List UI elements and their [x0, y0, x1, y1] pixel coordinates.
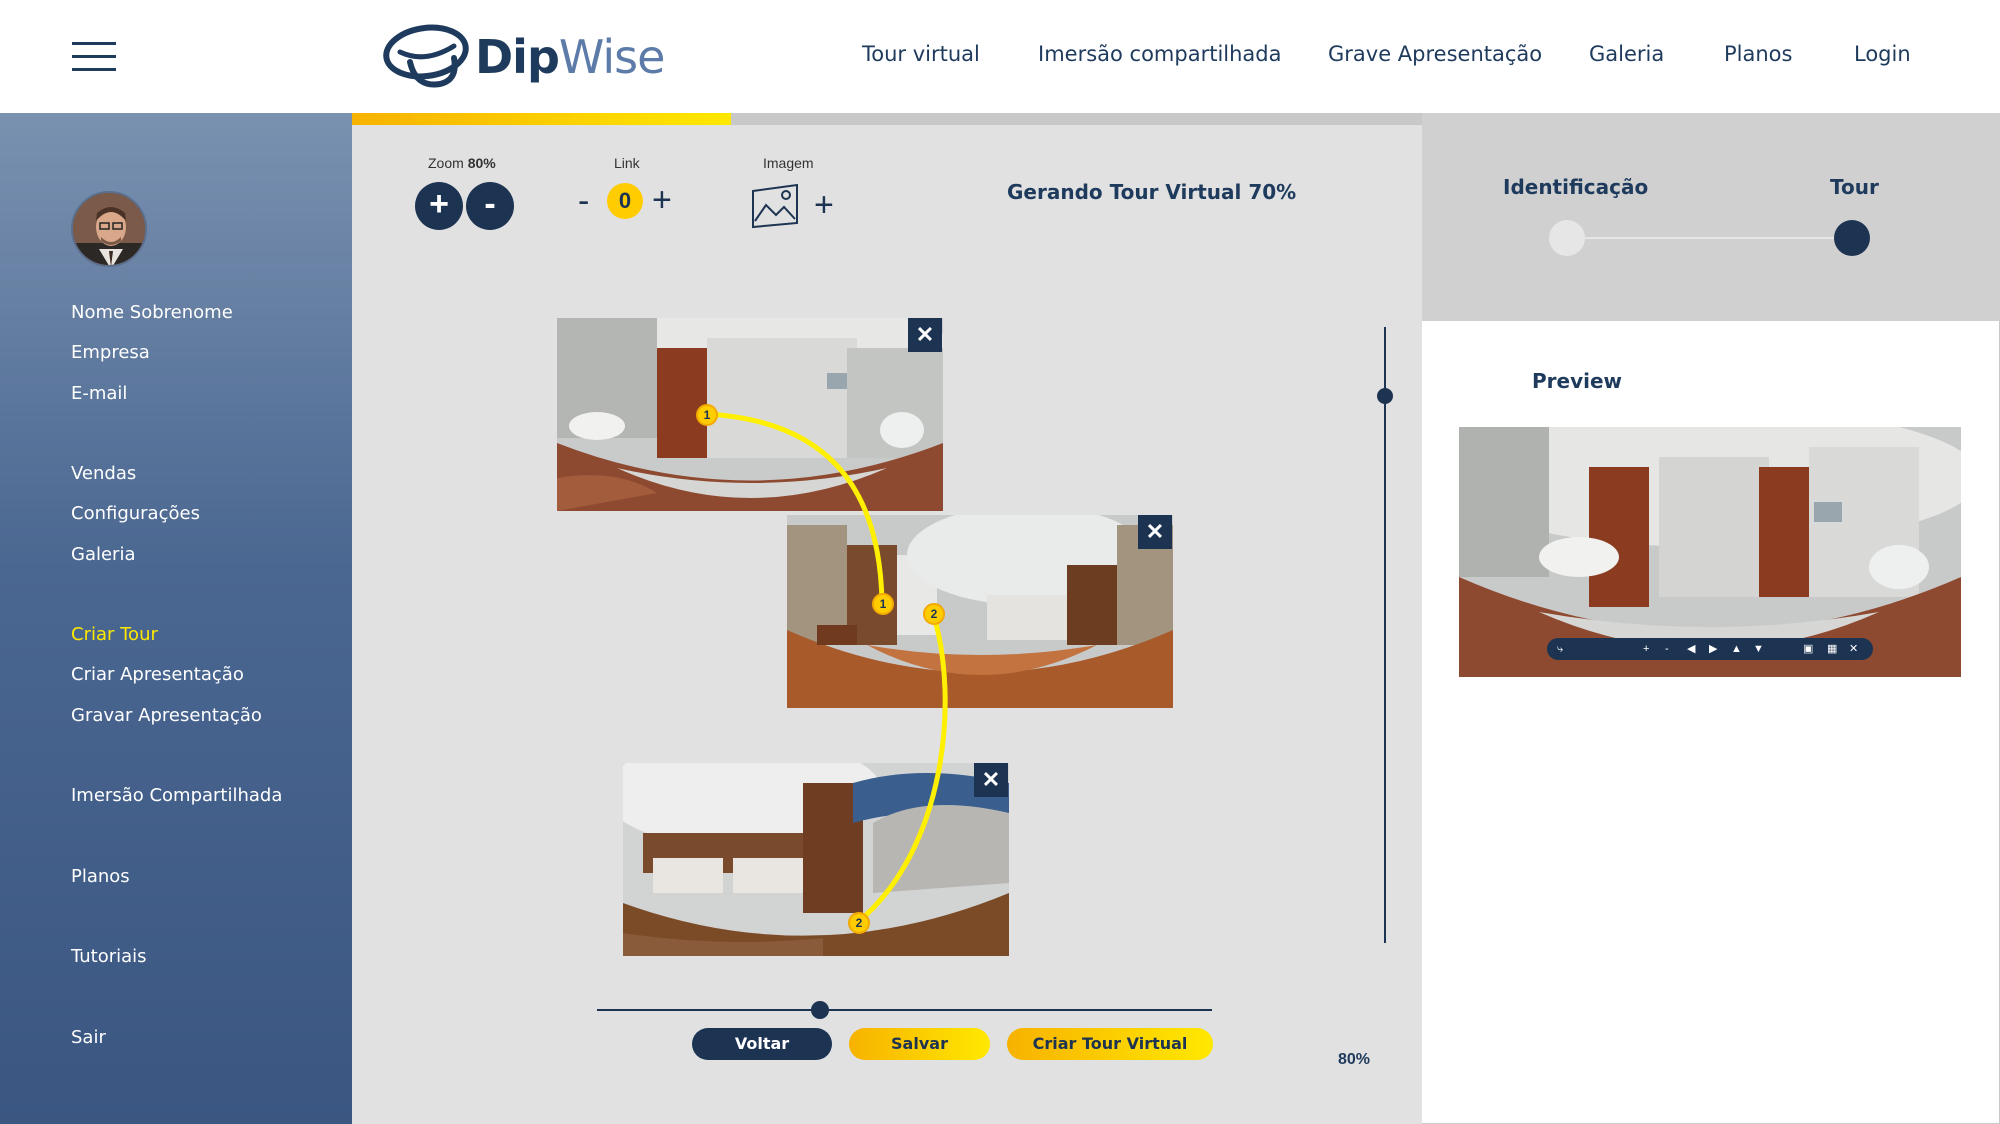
link-pin-1-start[interactable]: 1 — [696, 404, 718, 426]
horizontal-scroll-handle[interactable] — [811, 1001, 829, 1019]
step-identificacao-dot[interactable] — [1549, 220, 1585, 256]
preview-controls-bar: ⤷ + - ◀ ▶ ▲ ▼ ▣ ▦ ✕ — [1547, 638, 1873, 660]
generation-progress-bar — [352, 113, 1422, 125]
preview-zoom-out-icon[interactable]: - — [1665, 640, 1669, 658]
back-button[interactable]: Voltar — [692, 1028, 832, 1060]
add-image-icon[interactable] — [750, 183, 800, 229]
panorama-thumbnail-1[interactable] — [557, 318, 943, 511]
nav-grave-apresentacao[interactable]: Grave Apresentação — [1328, 42, 1542, 66]
horizontal-scroll-track[interactable] — [597, 1009, 1212, 1011]
sidebar-item-vendas[interactable]: Vendas — [71, 463, 136, 484]
preview-title: Preview — [1532, 369, 1623, 393]
generation-status-text: Gerando Tour Virtual 70% — [1007, 180, 1297, 204]
sidebar-item-criar-apresentacao[interactable]: Criar Apresentação — [71, 664, 244, 685]
sidebar-item-email[interactable]: E-mail — [71, 383, 127, 404]
vertical-scroll-handle[interactable] — [1377, 388, 1393, 404]
link-pin-1-end[interactable]: 1 — [872, 593, 894, 615]
fullscreen-icon[interactable]: ▦ — [1827, 640, 1837, 658]
sidebar-item-tutoriais[interactable]: Tutoriais — [71, 946, 147, 967]
dipwise-logo[interactable]: DipWise — [380, 22, 665, 92]
share-icon[interactable]: ⤷ — [1557, 640, 1563, 658]
vertical-scroll-track[interactable] — [1384, 327, 1386, 943]
nav-tour-virtual[interactable]: Tour virtual — [862, 42, 980, 66]
add-image-button[interactable]: + — [814, 188, 834, 222]
nav-imersao-compartilhada[interactable]: Imersão compartilhada — [1038, 42, 1282, 66]
sidebar-item-planos[interactable]: Planos — [71, 866, 130, 887]
remove-panorama-3-button[interactable]: ✕ — [974, 763, 1008, 797]
image-label: Imagem — [763, 155, 814, 171]
remove-panorama-1-button[interactable]: ✕ — [908, 318, 942, 352]
generation-progress-fill — [352, 113, 731, 125]
nav-login[interactable]: Login — [1854, 42, 1911, 66]
link-pin-2-start[interactable]: 2 — [923, 603, 945, 625]
sidebar-item-sair[interactable]: Sair — [71, 1027, 106, 1048]
preview-close-icon[interactable]: ✕ — [1849, 640, 1858, 658]
panorama-twin-bedroom-image — [623, 763, 1009, 956]
create-virtual-tour-button[interactable]: Criar Tour Virtual — [1007, 1028, 1213, 1060]
sidebar-item-empresa[interactable]: Empresa — [71, 342, 150, 363]
vr-goggles-icon[interactable]: ▣ — [1803, 640, 1813, 658]
arrow-up-icon[interactable]: ▲ — [1731, 640, 1742, 658]
zoom-readout: 80% — [1338, 1051, 1371, 1068]
zoom-out-button[interactable]: - — [466, 182, 514, 230]
user-avatar[interactable] — [71, 191, 147, 267]
arrow-right-icon[interactable]: ▶ — [1709, 640, 1717, 658]
nav-planos[interactable]: Planos — [1724, 42, 1792, 66]
step-tour-dot[interactable] — [1834, 220, 1870, 256]
hamburger-menu-icon[interactable] — [72, 42, 116, 72]
step-tour-label: Tour — [1830, 175, 1879, 199]
panorama-bedroom-image — [787, 515, 1173, 708]
panorama-thumbnail-2[interactable] — [787, 515, 1173, 708]
nav-galeria[interactable]: Galeria — [1589, 42, 1664, 66]
link-pin-2-end[interactable]: 2 — [848, 912, 870, 934]
link-increment-button[interactable]: + — [652, 183, 672, 217]
panorama-bathroom-image — [557, 318, 943, 511]
sidebar-item-imersao-compartilhada[interactable]: Imersão Compartilhada — [71, 785, 282, 806]
link-decrement-button[interactable]: - — [578, 184, 589, 218]
sidebar-item-configuracoes[interactable]: Configurações — [71, 503, 200, 524]
zoom-label: Zoom 80% — [428, 155, 496, 171]
logo-wordmark: DipWise — [475, 30, 665, 84]
link-label: Link — [614, 155, 640, 171]
sidebar-item-galeria[interactable]: Galeria — [71, 544, 136, 565]
logo-mark-icon — [383, 24, 469, 88]
save-button[interactable]: Salvar — [849, 1028, 990, 1060]
sidebar — [0, 113, 352, 1124]
top-header: DipWise Tour virtual Imersão compartilha… — [0, 0, 2000, 113]
sidebar-item-nome[interactable]: Nome Sobrenome — [71, 302, 233, 323]
sidebar-item-criar-tour[interactable]: Criar Tour — [71, 624, 158, 645]
remove-panorama-2-button[interactable]: ✕ — [1138, 515, 1172, 549]
sidebar-item-gravar-apresentacao[interactable]: Gravar Apresentação — [71, 705, 262, 726]
panorama-thumbnail-3[interactable] — [623, 763, 1009, 956]
step-connector — [1567, 237, 1852, 239]
zoom-in-button[interactable]: + — [415, 182, 463, 230]
arrow-down-icon[interactable]: ▼ — [1753, 640, 1764, 658]
arrow-left-icon[interactable]: ◀ — [1687, 640, 1695, 658]
link-count-badge: 0 — [607, 183, 643, 219]
wizard-steps-panel — [1422, 113, 2000, 321]
step-identificacao-label: Identificação — [1503, 175, 1649, 199]
preview-zoom-in-icon[interactable]: + — [1643, 640, 1649, 658]
